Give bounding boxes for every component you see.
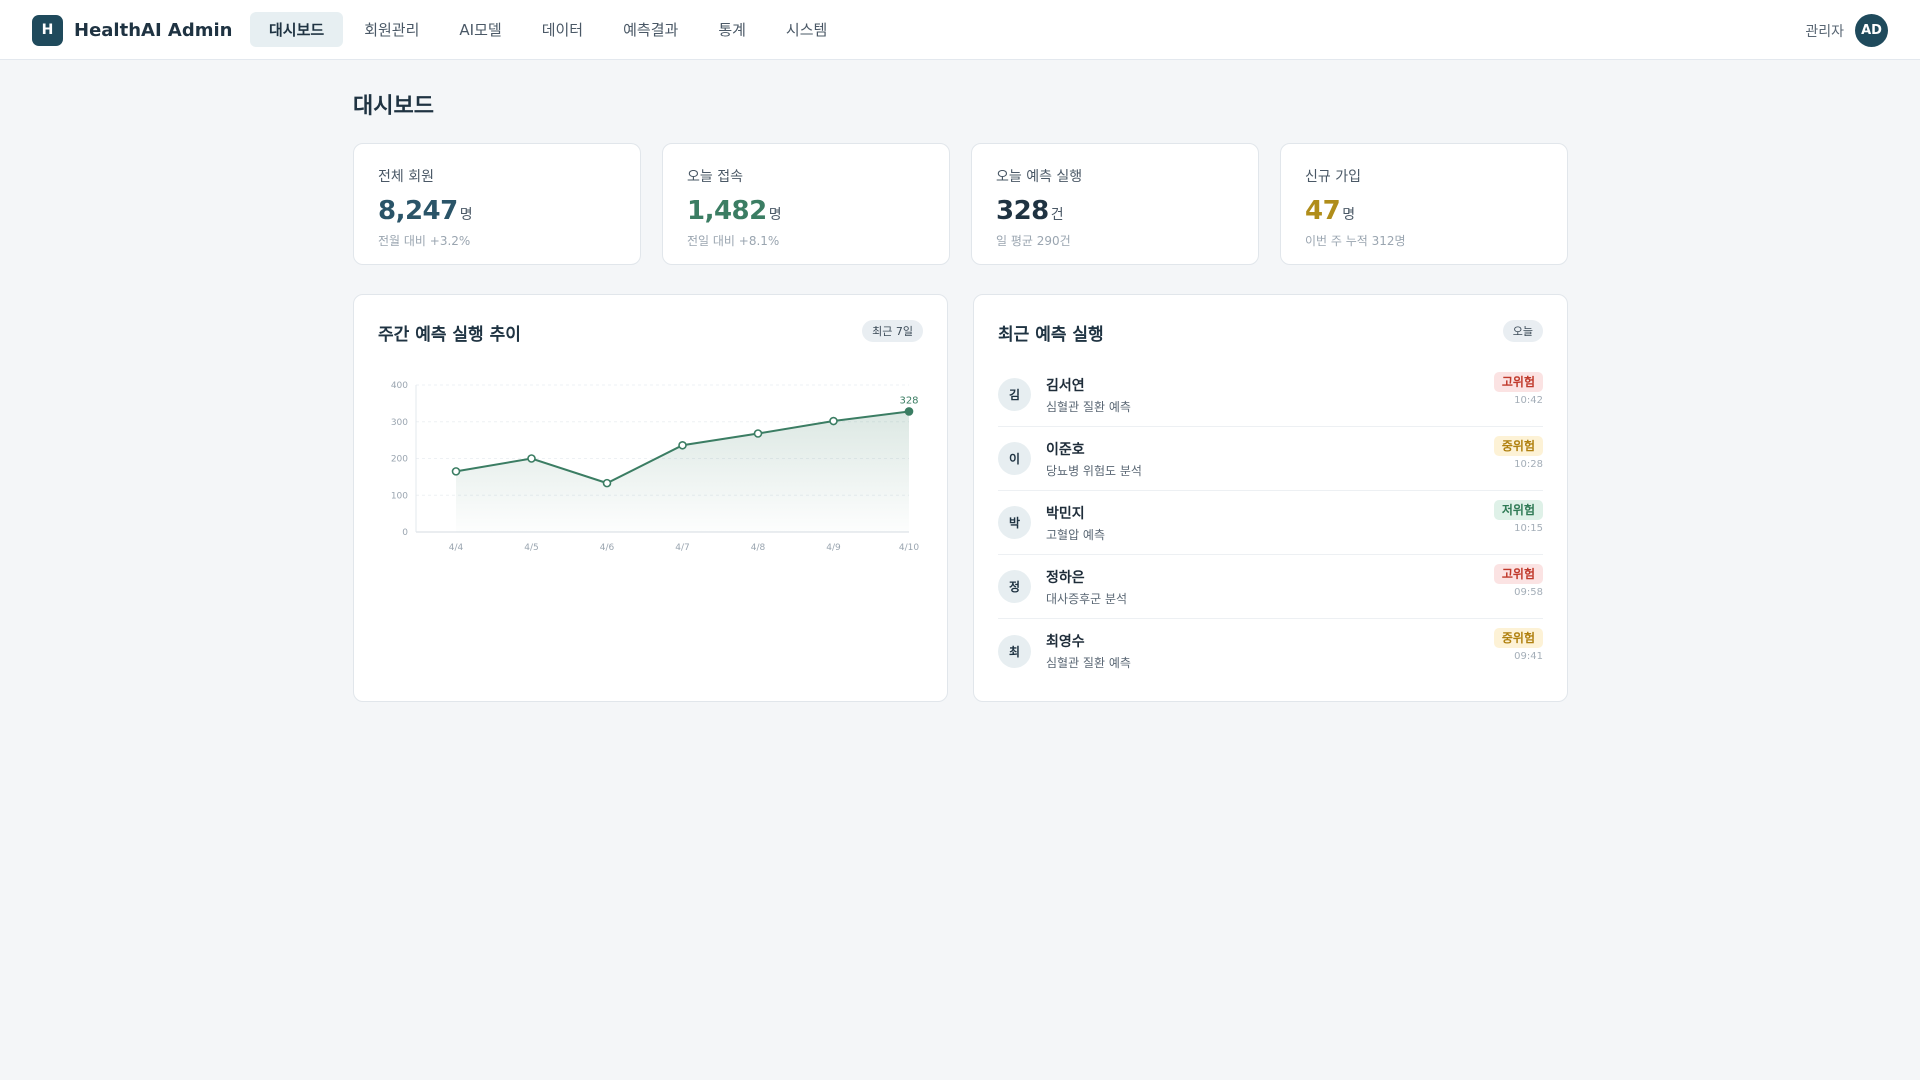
nav-item-statistics[interactable]: 통계 xyxy=(699,12,765,47)
nav-item-members[interactable]: 회원관리 xyxy=(345,12,438,47)
recent-predictions-panel: 최근 예측 실행 오늘 김 김서연 심혈관 질환 예측 고위험 10:42 이 … xyxy=(973,294,1568,702)
y-tick-label: 0 xyxy=(402,528,408,538)
avatar[interactable]: AD xyxy=(1855,14,1888,47)
brand[interactable]: H HealthAI Admin xyxy=(32,14,232,46)
stat-label: 전체 회원 xyxy=(378,169,434,185)
avatar: 정 xyxy=(998,570,1031,603)
data-point xyxy=(602,478,612,488)
risk-badge: 저위험 xyxy=(1493,500,1543,520)
page-title: 대시보드 xyxy=(353,94,434,119)
timestamp: 09:58 xyxy=(1514,587,1543,598)
brand-logo-icon: H xyxy=(32,14,63,46)
x-tick-label: 4/9 xyxy=(826,543,841,553)
data-label: 328 xyxy=(899,395,918,406)
avatar: 이 xyxy=(998,442,1031,475)
data-point xyxy=(451,467,461,476)
nav-item-dashboard[interactable]: 대시보드 xyxy=(250,12,344,47)
stat-value: 8,247 xyxy=(378,196,458,226)
brand-name: HealthAI Admin xyxy=(74,19,233,41)
panel-title: 주간 예측 실행 추이 xyxy=(378,325,521,345)
list-item[interactable]: 정 정하은 대사증후군 분석 고위험 09:58 xyxy=(998,555,1543,619)
timestamp: 09:41 xyxy=(1514,651,1543,662)
weekly-prediction-panel: 주간 예측 실행 추이 최근 7일 0 100 200 300 400 4/4 4/5 4/6… xyxy=(353,294,948,702)
data-point xyxy=(904,407,914,416)
avatar: 박 xyxy=(998,506,1031,539)
patient-name: 김서연 xyxy=(1046,377,1085,394)
panel-title: 최근 예측 실행 xyxy=(998,325,1104,345)
top-navbar: H HealthAI Admin 대시보드 회원관리 AI모델 데이터 예측결과… xyxy=(0,0,1920,60)
stat-sub: 전일 대비 +8.1% xyxy=(687,234,780,248)
list-item[interactable]: 이 이준호 당뇨병 위험도 분석 중위험 10:28 xyxy=(998,427,1543,491)
data-point xyxy=(829,416,838,426)
data-point xyxy=(753,429,763,438)
stat-unit: 건 xyxy=(1050,207,1064,223)
patient-name: 최영수 xyxy=(1046,634,1085,650)
chart-area xyxy=(456,411,909,532)
x-tick-label: 4/7 xyxy=(675,543,689,553)
avatar: 최 xyxy=(998,634,1031,668)
prediction-type: 심혈관 질환 예측 xyxy=(1046,656,1131,670)
stat-card-today-predictions: 오늘 예측 실행 328 건 일 평균 290건 xyxy=(971,143,1259,265)
stat-sub: 전월 대비 +3.2% xyxy=(378,234,471,248)
risk-badge: 고위험 xyxy=(1493,564,1543,584)
patient-name: 이준호 xyxy=(1046,441,1085,458)
risk-badge: 중위험 xyxy=(1493,436,1543,456)
stat-sub: 일 평균 290건 xyxy=(996,234,1071,248)
stat-value: 47 xyxy=(1305,196,1341,226)
stat-label: 오늘 예측 실행 xyxy=(996,169,1083,185)
prediction-type: 심혈관 질환 예측 xyxy=(1046,399,1131,414)
nav-item-ai-models[interactable]: AI모델 xyxy=(440,12,520,47)
period-badge[interactable]: 최근 7일 xyxy=(862,320,923,342)
prediction-type: 당뇨병 위험도 분석 xyxy=(1046,463,1142,478)
weekly-line-chart: 0 100 200 300 400 4/4 4/5 4/6 4/7 4/8 4/9 4/10 328 xyxy=(391,381,920,553)
x-tick-label: 4/6 xyxy=(600,543,615,553)
x-tick-label: 4/5 xyxy=(524,543,538,553)
x-tick-label: 4/8 xyxy=(751,543,766,553)
prediction-type: 대사증후군 분석 xyxy=(1046,591,1128,606)
stat-card-new-signups: 신규 가입 47 명 이번 주 누적 312명 xyxy=(1280,143,1568,265)
timestamp: 10:28 xyxy=(1514,459,1543,470)
recent-list: 김 김서연 심혈관 질환 예측 고위험 10:42 이 이준호 당뇨병 위험도 … xyxy=(998,363,1543,683)
risk-badge: 고위험 xyxy=(1493,372,1543,392)
stat-card-total-members: 전체 회원 8,247 명 전월 대비 +3.2% xyxy=(353,143,641,265)
y-tick-label: 300 xyxy=(391,418,408,428)
nav-item-system[interactable]: 시스템 xyxy=(767,12,846,47)
nav-item-data[interactable]: 데이터 xyxy=(523,12,602,47)
stat-unit: 명 xyxy=(768,207,782,223)
list-item[interactable]: 박 박민지 고혈압 예측 저위험 10:15 xyxy=(998,491,1543,555)
stat-value: 1,482 xyxy=(687,196,767,226)
stat-label: 신규 가입 xyxy=(1305,169,1361,185)
stat-unit: 명 xyxy=(459,207,473,223)
prediction-type: 고혈압 예측 xyxy=(1046,527,1106,542)
list-item[interactable]: 최 최영수 심혈관 질환 예측 중위험 09:41 xyxy=(998,619,1543,683)
risk-badge: 중위험 xyxy=(1493,628,1543,648)
user-menu[interactable]: 관리자 AD xyxy=(1805,14,1888,47)
patient-name: 박민지 xyxy=(1046,505,1085,522)
data-point xyxy=(678,440,687,450)
timestamp: 10:15 xyxy=(1514,523,1543,534)
x-tick-label: 4/4 xyxy=(449,543,464,553)
avatar: 김 xyxy=(998,378,1031,411)
stat-sub: 이번 주 누적 312명 xyxy=(1305,234,1406,248)
main-nav: 대시보드 회원관리 AI모델 데이터 예측결과 통계 시스템 xyxy=(250,12,848,47)
stat-unit: 명 xyxy=(1342,207,1356,223)
user-label: 관리자 xyxy=(1805,23,1844,40)
data-point xyxy=(527,454,536,463)
y-tick-label: 100 xyxy=(391,491,408,501)
timestamp: 10:42 xyxy=(1514,395,1543,406)
y-tick-label: 200 xyxy=(391,455,408,465)
list-item[interactable]: 김 김서연 심혈관 질환 예측 고위험 10:42 xyxy=(998,363,1543,427)
x-tick-label: 4/10 xyxy=(899,543,919,553)
stat-value: 328 xyxy=(996,196,1049,226)
y-tick-label: 400 xyxy=(391,381,408,391)
today-badge[interactable]: 오늘 xyxy=(1502,320,1543,342)
patient-name: 정하은 xyxy=(1046,569,1085,586)
stat-label: 오늘 접속 xyxy=(687,169,743,185)
nav-item-predictions[interactable]: 예측결과 xyxy=(604,12,697,47)
stat-card-today-visits: 오늘 접속 1,482 명 전일 대비 +8.1% xyxy=(662,143,950,265)
